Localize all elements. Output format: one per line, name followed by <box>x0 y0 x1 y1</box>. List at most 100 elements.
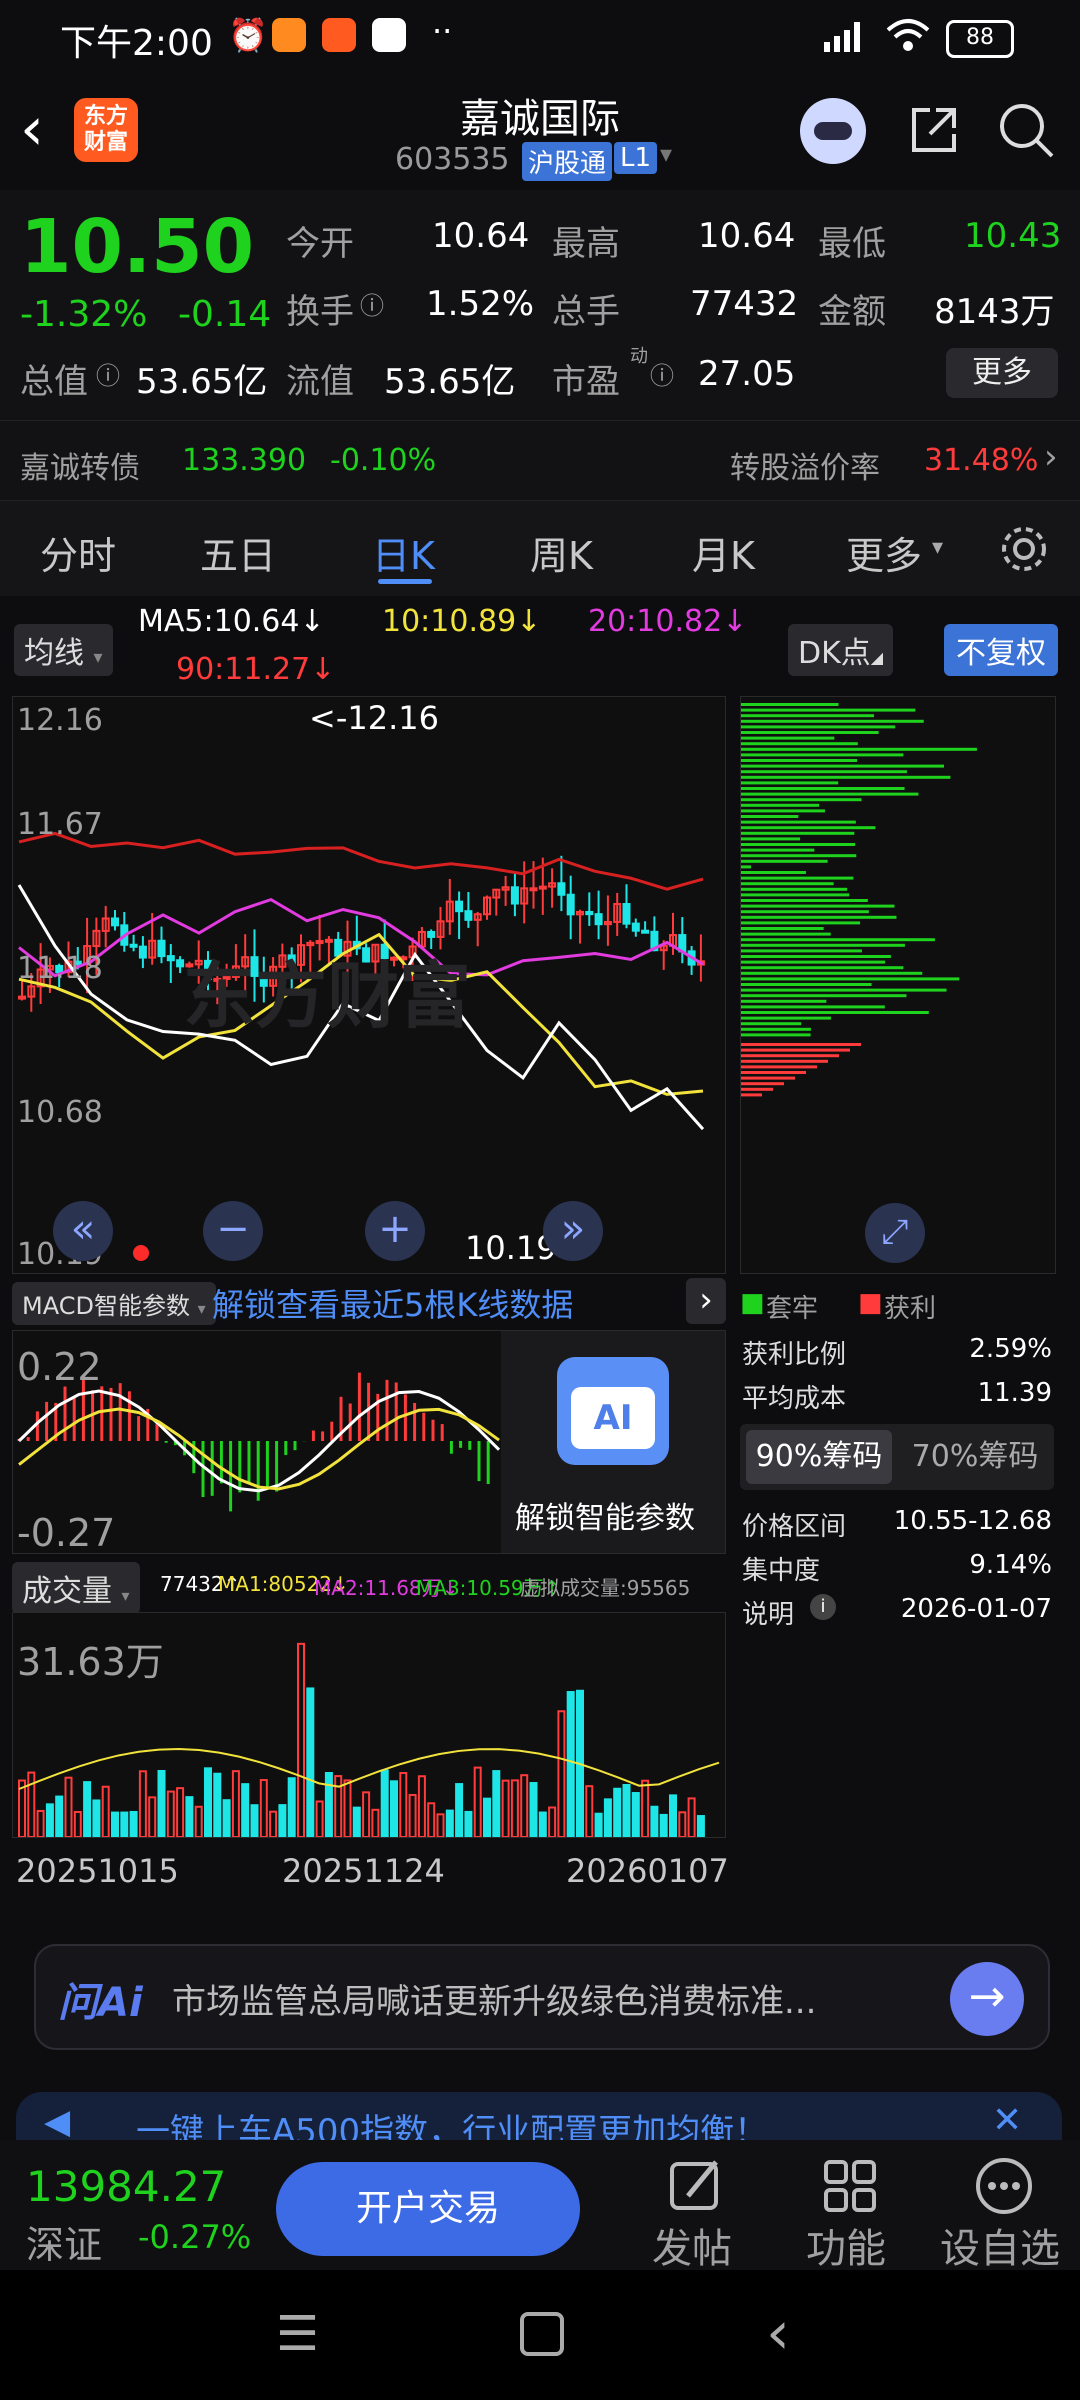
chip-bar-trap <box>741 770 907 774</box>
chip-bar-trap <box>741 1005 885 1009</box>
concentration-label: 集中度 <box>742 1556 821 1586</box>
info-icon[interactable]: i <box>810 1594 836 1620</box>
chip-bar-profit <box>741 1043 861 1046</box>
info-icon-3[interactable]: ⓘ <box>650 356 674 391</box>
chip-bar-trap <box>741 725 896 729</box>
chip-bar-profit <box>741 1054 839 1058</box>
unlock-kline-link[interactable]: 解锁查看最近5根K线数据 <box>212 1280 573 1326</box>
home-icon[interactable] <box>520 2312 564 2356</box>
info-icon-2[interactable]: ⓘ <box>96 356 120 391</box>
volume-bar <box>538 1811 547 1839</box>
volume-bar <box>148 1796 157 1839</box>
edit-icon[interactable] <box>664 2154 728 2218</box>
search-icon[interactable] <box>996 100 1056 160</box>
info-icon[interactable]: ⓘ <box>360 286 384 321</box>
chip-bar-trap <box>741 971 923 975</box>
volume-bar <box>659 1813 668 1838</box>
ai-unlock-overlay[interactable]: AI 解锁智能参数 <box>501 1331 725 1553</box>
dk-point-button[interactable]: DK点◢ <box>788 624 894 676</box>
chip-segment: 90%筹码 70%筹码 <box>740 1424 1054 1490</box>
ma-select[interactable]: 均线 ▾ <box>14 624 113 676</box>
expand-icon[interactable]: ⤢ <box>865 1203 925 1263</box>
chevron-right-icon[interactable]: › <box>686 1278 726 1324</box>
zoom-in-button[interactable]: + <box>365 1201 425 1261</box>
tab-monthly-k[interactable]: 月K <box>692 525 755 580</box>
caret-down-icon[interactable]: ▾ <box>660 140 672 168</box>
volume-bar <box>510 1779 519 1838</box>
nav-header: ‹ 东方财富 嘉诚国际 603535 沪股通 L1 ▾ <box>0 80 1080 190</box>
candle-body <box>157 939 166 958</box>
gear-icon[interactable] <box>998 523 1050 575</box>
macd-select[interactable]: MACD智能参数 ▾ <box>12 1282 216 1325</box>
chip-bar-trap <box>741 837 801 841</box>
zoom-out-button[interactable]: − <box>203 1201 263 1261</box>
volume-bar <box>390 1780 398 1839</box>
alarm-icon: ⏰ <box>228 16 268 54</box>
amount-label: 金额 <box>818 292 886 332</box>
chip-bar-trap <box>741 826 876 830</box>
volume-chart[interactable]: 31.63万 <box>12 1612 726 1839</box>
volume-bar <box>297 1642 305 1839</box>
chip-bar-trap <box>741 876 854 880</box>
volume-bar <box>45 1803 54 1839</box>
quote-panel: 10.50 -1.32% -0.14 今开 10.64 最高 10.64 最低 … <box>0 190 1080 420</box>
chip-bar-trap <box>741 893 850 897</box>
candle-body <box>538 885 547 890</box>
macd-chart[interactable]: 0.22 -0.27 AI 解锁智能参数 <box>12 1330 726 1555</box>
tab-more[interactable]: 更多 <box>846 525 922 580</box>
menu-icon[interactable]: ☰ <box>276 2306 319 2362</box>
add-watchlist-label[interactable]: 设自选 <box>940 2216 1060 2274</box>
open-label: 今开 <box>286 224 354 264</box>
chip-bar-trap <box>741 977 960 981</box>
tab-five-day[interactable]: 五日 <box>200 525 276 580</box>
concentration-value: 9.14% <box>969 1550 1052 1580</box>
volume-bar <box>548 1806 557 1839</box>
more-button[interactable]: 更多 <box>946 348 1058 398</box>
function-label[interactable]: 功能 <box>806 2216 886 2274</box>
volume-bar <box>483 1797 491 1838</box>
convertible-bond-row[interactable]: 嘉诚转债 133.390 -0.10% 转股溢价率 31.48% › <box>0 420 1080 501</box>
level-badge[interactable]: L1 <box>614 142 658 174</box>
back-nav-icon[interactable]: ‹ <box>766 2298 790 2368</box>
scroll-right-button[interactable]: » <box>543 1201 603 1261</box>
share-icon[interactable] <box>906 102 962 158</box>
chip-bar-trap <box>741 910 869 914</box>
candle-body <box>622 903 631 925</box>
caret-down-icon: ▾ <box>121 1586 130 1605</box>
tab-intraday[interactable]: 分时 <box>40 525 116 580</box>
kline-chart[interactable]: 东方财富 12.16 11.67 11.18 10.68 10.19 <-12.… <box>12 696 726 1274</box>
open-account-trade-button[interactable]: 开户交易 <box>276 2162 580 2256</box>
grid-icon[interactable] <box>820 2156 880 2216</box>
volume-select[interactable]: 成交量 ▾ <box>12 1562 140 1614</box>
ask-ai-text: 市场监管总局喊话更新升级绿色消费标准... <box>172 1982 817 2022</box>
chip-bar-trap <box>741 1027 811 1031</box>
close-icon[interactable]: ✕ <box>992 2100 1022 2141</box>
tab-chip-90[interactable]: 90%筹码 <box>746 1430 892 1484</box>
candle-body <box>138 945 147 959</box>
tab-weekly-k[interactable]: 周K <box>530 525 593 580</box>
volume-bar <box>324 1772 333 1838</box>
volume-bar <box>641 1779 650 1838</box>
robot-assistant-icon[interactable] <box>800 98 866 164</box>
volume-bar <box>520 1774 529 1839</box>
index-value[interactable]: 13984.27 <box>26 2162 226 2211</box>
more-dots-icon[interactable] <box>972 2154 1036 2218</box>
volume-value: 77432 <box>690 284 799 324</box>
candle-body <box>129 943 138 948</box>
ma5-value: MA5:10.64↓ <box>138 604 325 639</box>
volume-bar <box>603 1798 612 1839</box>
post-label[interactable]: 发帖 <box>652 2216 732 2274</box>
turnover-label: 换手 <box>286 292 354 332</box>
ask-ai-bar[interactable]: 问Ai 市场监管总局喊话更新升级绿色消费标准... → <box>34 1944 1050 2050</box>
scroll-left-button[interactable]: « <box>53 1201 113 1261</box>
chip-bar-trap <box>741 882 834 886</box>
tab-daily-k[interactable]: 日K <box>372 525 435 580</box>
volume-bar <box>678 1811 687 1838</box>
volume-bar <box>101 1785 110 1839</box>
stock-code: 603535 <box>395 142 510 177</box>
volume-bar <box>176 1787 185 1839</box>
tab-chip-70[interactable]: 70%筹码 <box>902 1430 1048 1484</box>
adjust-mode-button[interactable]: 不复权 <box>944 624 1058 676</box>
arrow-right-icon[interactable]: → <box>950 1962 1024 2036</box>
chip-distribution-chart[interactable]: ⤢ <box>740 696 1056 1274</box>
